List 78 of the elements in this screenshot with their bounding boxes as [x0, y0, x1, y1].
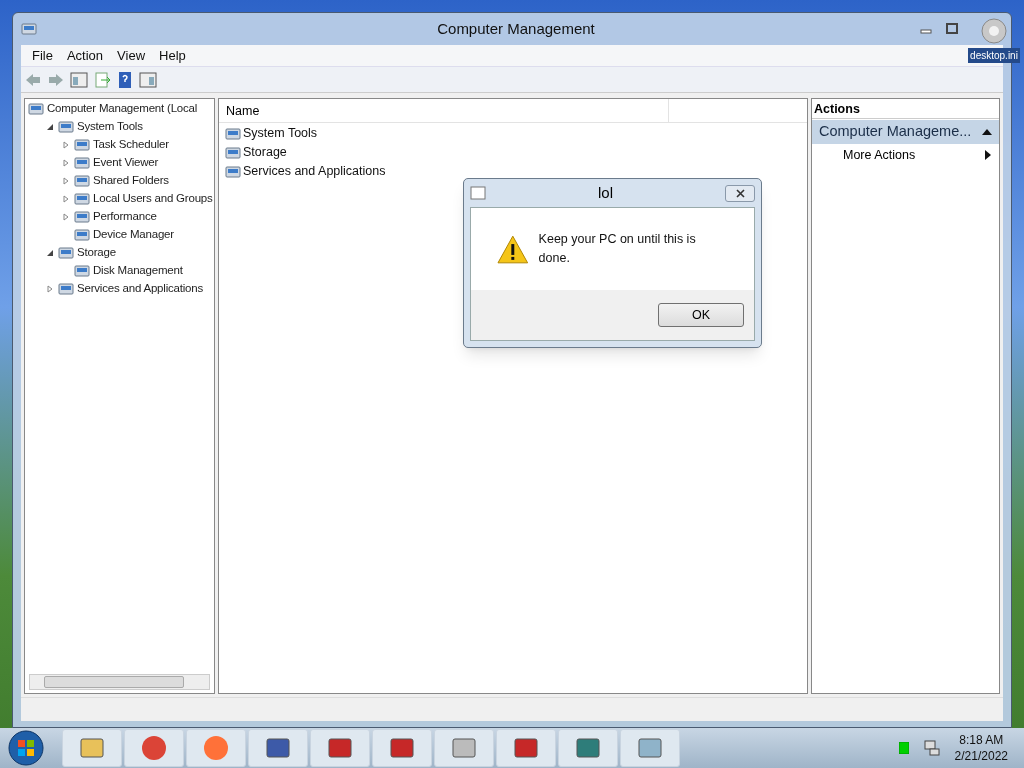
tree-item[interactable]: Computer Management (Local	[47, 100, 198, 118]
tree-item[interactable]: Performance	[93, 208, 157, 226]
node-icon	[74, 209, 90, 225]
taskbar-button[interactable]	[620, 729, 680, 767]
taskbar-button[interactable]	[434, 729, 494, 767]
expand-arrow-icon[interactable]	[62, 213, 70, 221]
taskbar-button[interactable]	[558, 729, 618, 767]
collapse-caret-icon[interactable]	[982, 128, 992, 136]
taskbar-button[interactable]	[62, 729, 122, 767]
node-icon	[58, 119, 74, 135]
menu-item[interactable]: View	[117, 45, 146, 66]
panel-icon[interactable]	[139, 70, 157, 89]
tree-item[interactable]: Shared Folders	[93, 172, 169, 190]
collapse-arrow-icon[interactable]	[46, 123, 54, 131]
expand-arrow-icon[interactable]	[62, 177, 70, 185]
window-title: Computer Management	[436, 18, 596, 39]
clock-date[interactable]: 2/21/2022	[954, 748, 1008, 764]
dialog-message: Keep your PC on until this is done.	[538, 231, 697, 267]
menu-item[interactable]: Help	[159, 45, 186, 66]
tree-item[interactable]: Storage	[77, 244, 116, 262]
node-icon	[74, 227, 90, 243]
help-icon[interactable]	[116, 70, 134, 89]
tree-item[interactable]: Task Scheduler	[93, 136, 169, 154]
tree-item[interactable]: Disk Management	[93, 262, 183, 280]
expand-arrow-icon[interactable]	[46, 285, 54, 293]
node-icon	[225, 125, 241, 142]
list-item[interactable]: Services and Applications	[243, 162, 386, 181]
node-icon	[58, 245, 74, 261]
status-light-icon[interactable]	[898, 742, 909, 754]
actions-section-header[interactable]: Computer Manageme...	[812, 120, 999, 144]
node-icon	[74, 137, 90, 153]
app-icon	[140, 734, 168, 762]
tree-item[interactable]: Event Viewer	[93, 154, 159, 172]
taskbar-button[interactable]	[310, 729, 370, 767]
list-item[interactable]: System Tools	[243, 124, 318, 143]
actions-heading: Actions	[812, 99, 999, 119]
taskbar-button[interactable]	[496, 729, 556, 767]
taskbar-button[interactable]	[248, 729, 308, 767]
warning-icon	[497, 234, 529, 264]
desktop-icon-label[interactable]: desktop.ini	[968, 48, 1020, 63]
node-icon	[21, 21, 37, 37]
panel-icon[interactable]	[70, 70, 88, 89]
horizontal-scrollbar[interactable]	[29, 674, 210, 690]
window-icon	[470, 186, 486, 200]
export-list-icon[interactable]	[93, 70, 111, 89]
node-icon	[74, 263, 90, 279]
network-icon[interactable]	[922, 739, 941, 757]
node-icon	[225, 163, 241, 180]
scrollbar-thumb[interactable]	[44, 676, 184, 688]
close-icon	[735, 188, 745, 198]
expand-arrow-icon[interactable]	[62, 159, 70, 167]
node-icon	[74, 191, 90, 207]
clock-time[interactable]: 8:18 AM	[959, 732, 1004, 748]
taskbar-button[interactable]	[124, 729, 184, 767]
section-title: Computer Manageme...	[819, 122, 972, 142]
tree-item[interactable]: Device Manager	[93, 226, 174, 244]
tree-item[interactable]: System Tools	[77, 118, 143, 136]
ok-button[interactable]: OK	[658, 303, 744, 327]
node-icon	[74, 155, 90, 171]
app-icon	[202, 734, 230, 762]
node-icon	[28, 101, 44, 117]
node-icon	[58, 281, 74, 297]
close-button[interactable]	[725, 184, 755, 202]
node-icon	[225, 144, 241, 161]
expand-arrow-icon[interactable]	[62, 141, 70, 149]
node-icon	[74, 173, 90, 189]
tree-item[interactable]: Services and Applications	[77, 280, 204, 298]
action-item[interactable]: More Actions	[843, 145, 916, 165]
expand-arrow-icon[interactable]	[62, 195, 70, 203]
list-item[interactable]: Storage	[243, 143, 287, 162]
column-header[interactable]: Name	[219, 99, 669, 122]
submenu-arrow-icon[interactable]	[985, 150, 991, 160]
taskbar-button[interactable]	[372, 729, 432, 767]
dialog-title: lol	[597, 182, 614, 203]
menu-item[interactable]: File	[32, 45, 53, 66]
menu-item[interactable]: Action	[66, 45, 104, 66]
collapse-arrow-icon[interactable]	[46, 249, 54, 257]
tree-item[interactable]: Local Users and Groups	[93, 190, 213, 208]
